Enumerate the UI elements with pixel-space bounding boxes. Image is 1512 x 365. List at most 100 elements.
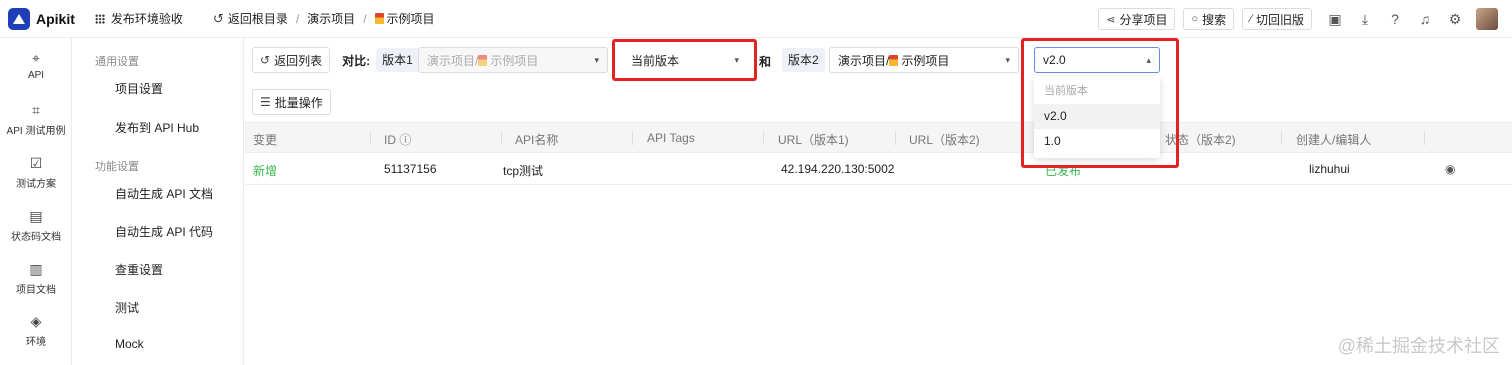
batch-operation-button[interactable]: ☰ 批量操作: [252, 89, 331, 115]
environment-switcher[interactable]: 发布环境验收: [94, 10, 183, 27]
column-header-url-v1: URL（版本1): [778, 133, 849, 147]
avatar[interactable]: [1476, 8, 1498, 30]
watermark: @稀土掘金技术社区: [1337, 336, 1500, 356]
version1-project-select: 演示项目/示例项目 ▾: [418, 47, 608, 73]
column-header-api-tags: API Tags: [647, 131, 695, 145]
help-icon[interactable]: ?: [1380, 11, 1410, 27]
batch-label: 批量操作: [274, 95, 323, 110]
apikit-logo-icon: [8, 7, 30, 30]
switch-old-label: 切回旧版: [1255, 12, 1304, 27]
menu-item-mock[interactable]: Mock: [115, 337, 144, 351]
column-divider: [632, 131, 633, 145]
column-divider: [895, 131, 896, 145]
highlight-box-version1: [612, 39, 757, 81]
search-button[interactable]: ○ 搜索: [1183, 8, 1235, 30]
column-divider: [370, 131, 371, 145]
v1-project-name: 示例项目: [490, 53, 539, 68]
back-to-root-button[interactable]: ↺ 返回根目录: [213, 10, 288, 27]
breadcrumb-project[interactable]: 示例项目: [374, 10, 435, 27]
left-nav-rail: ⌖ API ⌗ API 测试用例 ☑ 测试方案 ▤ 状态码文档 ▥ 项目文档 ◈ 环境: [0, 38, 72, 365]
bell-icon[interactable]: ♫: [1410, 11, 1440, 27]
cell-id: 51137156: [384, 162, 437, 176]
back-root-label: 返回根目录: [227, 12, 288, 26]
version1-tag: 版本1: [376, 48, 419, 72]
status-doc-icon: ▤: [29, 208, 43, 224]
app-name: Apikit: [36, 10, 75, 27]
project-icon: [478, 54, 488, 66]
cell-change: 新增: [253, 164, 278, 178]
column-header-id: ID ⓘ: [384, 131, 411, 148]
magic-wand-icon: ⁄: [1250, 13, 1252, 25]
table-header: 变更 ID ⓘ API名称 API Tags URL（版本1) URL（版本2)…: [245, 122, 1512, 153]
menu-item-test[interactable]: 测试: [115, 299, 139, 316]
grid-icon: [94, 13, 105, 24]
rail-item-test-plan[interactable]: ☑ 测试方案: [0, 155, 72, 190]
v2-project-label: 演示项目/: [838, 53, 890, 68]
info-icon: ⓘ: [399, 133, 412, 147]
compare-toolbar: ↺ 返回列表 对比: 版本1: [252, 47, 419, 73]
share-icon: ⋖: [1106, 13, 1116, 26]
rail-item-test-cases[interactable]: ⌗ API 测试用例: [0, 102, 72, 137]
rail-item-project-doc[interactable]: ▥ 项目文档: [0, 261, 72, 296]
column-header-api-name: API名称: [515, 133, 559, 147]
calendar-icon[interactable]: ▣: [1320, 11, 1350, 28]
undo-icon: ↺: [212, 10, 224, 26]
v1-project-label: 演示项目/: [427, 53, 479, 68]
version2-tag: 版本2: [782, 48, 825, 72]
rail-label: 状态码文档: [11, 232, 61, 243]
header-actions: ⋖ 分享项目 ○ 搜索 ⁄ 切回旧版 ▣ ⤓ ? ♫ ⚙: [1098, 0, 1512, 38]
column-divider: [1281, 131, 1282, 145]
breadcrumb-workspace[interactable]: 演示项目: [307, 10, 355, 27]
share-project-button[interactable]: ⋖ 分享项目: [1098, 8, 1176, 30]
compare-label: 对比:: [342, 53, 371, 68]
settings-menu: 通用设置 项目设置 发布到 API Hub 功能设置 自动生成 API 文档 自…: [72, 38, 244, 365]
column-divider: [1424, 131, 1425, 145]
cell-creator: lizhuhui: [1309, 162, 1350, 176]
share-label: 分享项目: [1119, 12, 1168, 27]
menu-item-duplicate-check[interactable]: 查重设置: [115, 261, 163, 278]
eye-icon[interactable]: ◉: [1445, 162, 1455, 176]
version2-project-select[interactable]: 演示项目/示例项目 ▾: [829, 47, 1019, 73]
rail-item-status-doc[interactable]: ▤ 状态码文档: [0, 208, 72, 243]
table-row[interactable]: 新增 51137156 tcp测试 42.194.220.130:5002 已发…: [245, 153, 1512, 185]
menu-item-publish-api-hub[interactable]: 发布到 API Hub: [115, 119, 199, 136]
back-list-label: 返回列表: [274, 53, 323, 68]
rail-label: 测试方案: [16, 179, 56, 190]
column-header-url-v2: URL（版本2): [909, 133, 980, 147]
top-bar: Apikit 发布环境验收 ↺ 返回根目录 / 演示项目 / 示例项目 ⋖ 分享项…: [0, 0, 1512, 38]
search-label: 搜索: [1202, 12, 1227, 27]
rail-item-api[interactable]: ⌖ API: [0, 50, 72, 81]
menu-item-auto-api-doc[interactable]: 自动生成 API 文档: [115, 185, 213, 202]
rail-label: API: [27, 70, 45, 81]
gear-icon[interactable]: ⚙: [1440, 11, 1470, 28]
cell-url-v1: 42.194.220.130:5002: [781, 162, 895, 176]
column-divider: [501, 131, 502, 145]
test-plan-icon: ☑: [29, 155, 43, 171]
breadcrumb-project-label: 示例项目: [386, 12, 435, 26]
rail-label: API 测试用例: [6, 126, 66, 137]
menu-item-auto-api-code[interactable]: 自动生成 API 代码: [115, 223, 213, 240]
highlight-box-version2: [1021, 38, 1179, 168]
column-header-change: 变更: [253, 133, 278, 147]
v2-project-name: 示例项目: [901, 53, 950, 68]
column-divider: [763, 131, 764, 145]
rail-item-environment[interactable]: ◈ 环境: [0, 313, 72, 348]
project-icon: [889, 54, 899, 66]
rail-label: 环境: [26, 337, 46, 348]
breadcrumb-separator: /: [295, 11, 300, 26]
menu-group-general: 通用设置: [95, 56, 139, 68]
project-doc-icon: ▥: [29, 261, 43, 277]
switch-old-version-button[interactable]: ⁄ 切回旧版: [1242, 8, 1312, 30]
chevron-down-icon: ▾: [594, 54, 599, 65]
column-header-creator: 创建人/编辑人: [1296, 133, 1372, 147]
list-icon: ☰: [260, 95, 271, 109]
menu-item-project-settings[interactable]: 项目设置: [115, 80, 163, 97]
cell-api-name[interactable]: tcp测试: [503, 162, 543, 179]
app-logo[interactable]: Apikit: [8, 7, 75, 30]
undo-icon: ↺: [260, 53, 271, 67]
menu-group-features: 功能设置: [95, 161, 139, 173]
column-id-label: ID: [384, 133, 396, 147]
back-to-list-button[interactable]: ↺ 返回列表: [252, 47, 331, 73]
download-icon[interactable]: ⤓: [1350, 11, 1380, 28]
search-icon: ○: [1191, 13, 1199, 25]
